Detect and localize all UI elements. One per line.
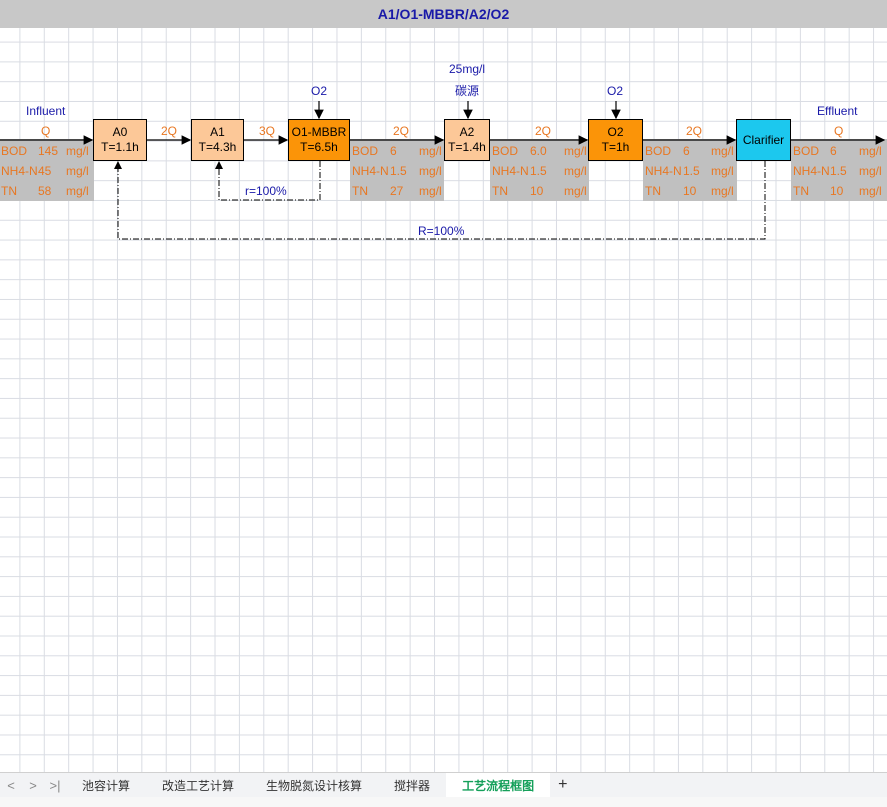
mid2-v0: 6.0 — [530, 144, 547, 158]
sludge-recycle-label: R=100% — [418, 224, 465, 238]
last-sheet-icon[interactable]: >| — [44, 778, 66, 793]
mid3-k0: BOD — [645, 144, 672, 158]
prev-sheet-icon[interactable]: < — [0, 778, 22, 793]
effluent-u0: mg/l — [859, 144, 882, 158]
carbon-label: 碳源 — [455, 84, 480, 98]
unit-a2-time: T=1.4h — [448, 140, 486, 154]
tab-retrofit-process[interactable]: 改造工艺计算 — [146, 773, 250, 797]
effluent-v0: 6 — [830, 144, 837, 158]
unit-clarifier[interactable]: Clarifier — [736, 119, 791, 161]
unit-a1-time: T=4.3h — [198, 140, 237, 154]
mid1-u2: mg/l — [419, 184, 442, 198]
unit-a0-time: T=1.1h — [101, 140, 139, 154]
mid2-k2: TN — [492, 184, 508, 198]
influent-label: Influent — [26, 104, 66, 118]
flow-label-1: 2Q — [161, 124, 178, 138]
influent-k2: TN — [1, 184, 17, 198]
influent-flow: Q — [41, 124, 51, 138]
unit-o2-name: O2 — [607, 125, 624, 139]
mid2-k1: NH4-N — [492, 164, 529, 178]
unit-a2[interactable]: A2 T=1.4h — [444, 119, 490, 161]
mid3-v2: 10 — [683, 184, 697, 198]
tab-mixer[interactable]: 搅拌器 — [378, 773, 446, 797]
influent-v0: 145 — [38, 144, 59, 158]
status-strip — [0, 797, 887, 807]
unit-o1-mbbr[interactable]: O1-MBBR T=6.5h — [288, 119, 350, 161]
mid1-k1: NH4-N — [352, 164, 389, 178]
mid2-u0: mg/l — [564, 144, 587, 158]
mid3-u2: mg/l — [711, 184, 734, 198]
mid3-u0: mg/l — [711, 144, 734, 158]
effluent-u2: mg/l — [859, 184, 882, 198]
tab-pool-volume[interactable]: 池容计算 — [66, 773, 146, 797]
unit-a1[interactable]: A1 T=4.3h — [191, 119, 244, 161]
unit-o2-time: T=1h — [601, 140, 630, 154]
tab-process-flow[interactable]: 工艺流程框图 — [446, 773, 551, 797]
mid3-v1: 1.5 — [683, 164, 700, 178]
mid1-u1: mg/l — [419, 164, 442, 178]
influent-u1: mg/l — [66, 164, 89, 178]
mid1-k0: BOD — [352, 144, 379, 158]
spreadsheet-grid[interactable]: A1/O1-MBBR/A2/O2 Influent Q BOD 145 mg/l… — [0, 0, 887, 772]
unit-o1-name: O1-MBBR — [291, 125, 347, 139]
unit-a0[interactable]: A0 T=1.1h — [93, 119, 147, 161]
influent-u0: mg/l — [66, 144, 89, 158]
mid3-u1: mg/l — [711, 164, 734, 178]
mid1-k2: TN — [352, 184, 368, 198]
effluent-flow: Q — [834, 124, 844, 138]
mid1-v2: 27 — [390, 184, 404, 198]
mid3-k2: TN — [645, 184, 661, 198]
mid3-v0: 6 — [683, 144, 690, 158]
tab-denitrification[interactable]: 生物脱氮设计核算 — [250, 773, 378, 797]
unit-clarifier-name: Clarifier — [742, 132, 785, 147]
flow-label-3: 2Q — [393, 124, 410, 138]
influent-v1: 45 — [38, 164, 52, 178]
flow-lines — [0, 101, 886, 240]
mid2-v1: 1.5 — [530, 164, 547, 178]
effluent-k0: BOD — [793, 144, 820, 158]
carbon-dose: 25mg/l — [449, 62, 486, 76]
influent-k1: NH4-N — [1, 164, 38, 178]
effluent-v2: 10 — [830, 184, 844, 198]
internal-recycle-label: r=100% — [245, 184, 287, 198]
next-sheet-icon[interactable]: > — [22, 778, 44, 793]
effluent-k2: TN — [793, 184, 809, 198]
influent-u2: mg/l — [66, 184, 89, 198]
unit-a2-name: A2 — [459, 125, 475, 139]
mid2-v2: 10 — [530, 184, 544, 198]
effluent-k1: NH4-N — [793, 164, 830, 178]
sludge-recycle-arrowhead — [114, 161, 122, 169]
effluent-u1: mg/l — [859, 164, 882, 178]
internal-recycle-arrowhead — [215, 161, 223, 169]
mid1-u0: mg/l — [419, 144, 442, 158]
unit-a0-name: A0 — [112, 125, 128, 139]
add-sheet-icon[interactable]: + — [550, 776, 575, 794]
influent-k0: BOD — [1, 144, 28, 158]
mid3-k1: NH4-N — [645, 164, 682, 178]
mid2-u1: mg/l — [564, 164, 587, 178]
mid2-k0: BOD — [492, 144, 519, 158]
unit-o1-time: T=6.5h — [300, 140, 338, 154]
sheet-tab-bar: < > >| 池容计算 改造工艺计算 生物脱氮设计核算 搅拌器 工艺流程框图 + — [0, 772, 887, 797]
unit-a1-name: A1 — [210, 125, 225, 139]
mid1-v0: 6 — [390, 144, 397, 158]
effluent-label: Effluent — [817, 104, 858, 118]
mid1-v1: 1.5 — [390, 164, 407, 178]
o2-input-2: O2 — [607, 84, 624, 98]
effluent-v1: 1.5 — [830, 164, 847, 178]
unit-o2[interactable]: O2 T=1h — [588, 119, 643, 161]
mid2-u2: mg/l — [564, 184, 587, 198]
flow-label-5: 2Q — [686, 124, 703, 138]
flow-label-2: 3Q — [259, 124, 276, 138]
flow-label-4: 2Q — [535, 124, 552, 138]
o2-input-1: O2 — [311, 84, 328, 98]
influent-v2: 58 — [38, 184, 52, 198]
